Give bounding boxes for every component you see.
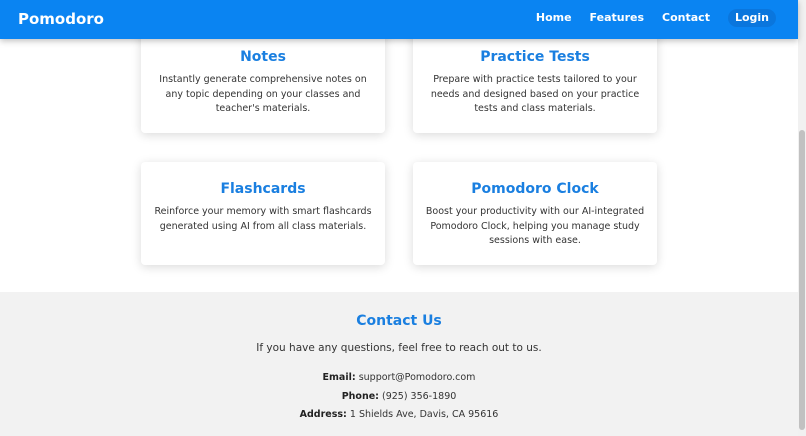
contact-title: Contact Us [356,313,442,329]
nav-link-contact[interactable]: Contact [662,11,710,27]
feature-title: Pomodoro Clock [471,181,599,197]
feature-card-flashcards: Flashcards Reinforce your memory with sm… [141,162,385,265]
email-value[interactable]: support@Pomodoro.com [359,372,476,383]
contact-intro: If you have any questions, feel free to … [256,342,542,354]
address-label: Address: [299,409,347,420]
email-label: Email: [322,372,356,383]
nav-link-home[interactable]: Home [536,11,572,27]
phone-value: (925) 356-1890 [381,391,457,402]
login-button[interactable]: Login [727,9,776,27]
navbar: Pomodoro Home Features Contact Login [0,0,798,39]
contact-email: Email: support@Pomodoro.com [0,372,798,383]
contact-address: Address: 1 Shields Ave, Davis, CA 95616 [0,409,798,420]
feature-description: Boost your productivity with our AI-inte… [425,206,645,246]
phone-label: Phone: [341,391,379,402]
feature-title: Practice Tests [480,49,590,65]
contact-section: Contact Us If you have any questions, fe… [0,292,798,436]
feature-description: Prepare with practice tests tailored to … [430,74,640,114]
feature-description: Instantly generate comprehensive notes o… [159,74,367,114]
feature-title: Notes [240,49,286,65]
page-scrollbar[interactable] [798,0,806,436]
feature-card-pomodoro-clock: Pomodoro Clock Boost your productivity w… [413,162,657,265]
feature-description: Reinforce your memory with smart flashca… [154,206,372,232]
contact-phone: Phone: (925) 356-1890 [0,391,798,402]
brand-logo[interactable]: Pomodoro [18,10,104,28]
feature-title: Flashcards [220,181,306,197]
nav-links: Home Features Contact Login [518,9,776,27]
scrollbar-thumb[interactable] [799,130,805,430]
nav-link-features[interactable]: Features [590,11,644,27]
address-value: 1 Shields Ave, Davis, CA 95616 [349,409,499,420]
